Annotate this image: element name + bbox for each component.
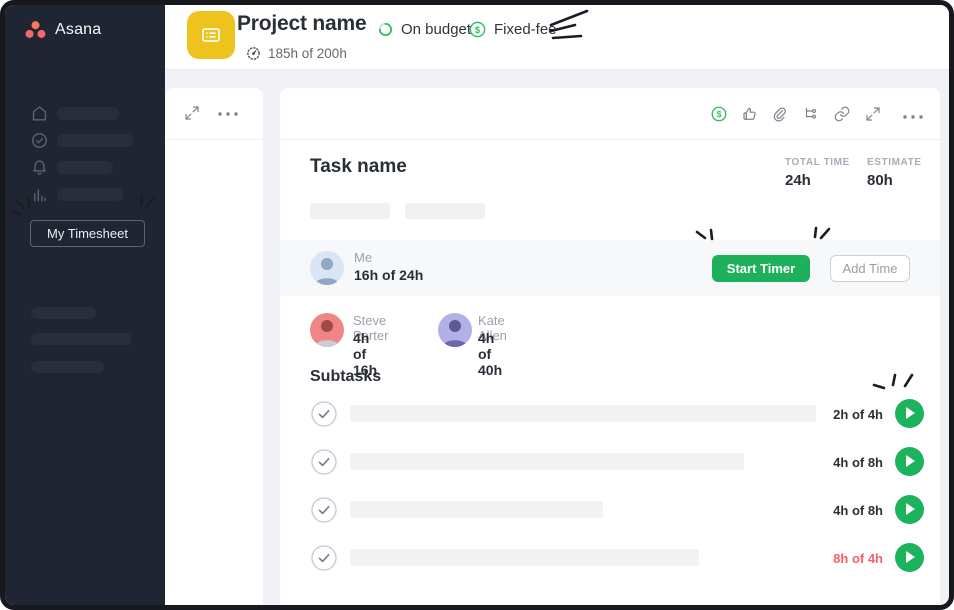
assignee-name: Me	[354, 250, 372, 265]
sidebar-placeholder-bar	[57, 134, 133, 147]
fixed-fee-label: Fixed-fee	[494, 21, 557, 38]
field-placeholder-bar	[405, 203, 485, 219]
assignee-hours: 16h of 24h	[354, 267, 423, 283]
total-time-meta: TOTAL TIME 24h	[785, 157, 850, 189]
strip-header	[165, 88, 263, 140]
sidebar-item-reporting[interactable]	[30, 184, 140, 204]
thumbs-up-icon[interactable]	[741, 105, 759, 123]
total-time-label: TOTAL TIME	[785, 157, 850, 168]
sidebar-item-my-timesheet[interactable]: My Timesheet	[30, 220, 145, 247]
play-icon	[906, 407, 915, 419]
project-hours-summary: 185h of 200h	[245, 45, 347, 62]
paperclip-icon[interactable]	[770, 105, 788, 123]
subtask-row: 2h of 4h	[280, 397, 940, 431]
asana-logo-icon	[25, 20, 46, 40]
subtask-placeholder-bar	[350, 453, 744, 470]
bell-icon	[30, 158, 49, 177]
dollar-circle-icon: $	[468, 20, 487, 39]
project-title: Project name	[237, 12, 367, 36]
budget-ring-icon	[377, 21, 394, 38]
task-detail-panel: $ Task name	[280, 88, 940, 605]
subtask-hours-over-budget: 8h of 4h	[833, 551, 883, 566]
sidebar: Asana My Timesh	[5, 5, 165, 605]
svg-text:$: $	[717, 109, 722, 119]
fixed-fee-badge[interactable]: $ Fixed-fee	[468, 20, 557, 39]
check-circle-icon	[30, 131, 49, 150]
avatar-me	[310, 251, 344, 285]
sidebar-placeholder-bar	[31, 307, 96, 319]
avatar-kate	[438, 313, 472, 347]
add-time-button[interactable]: Add Time	[830, 255, 910, 282]
check-circle-icon[interactable]	[311, 497, 337, 523]
link-icon[interactable]	[833, 105, 851, 123]
assignee-hours: 4h of 40h	[478, 330, 502, 378]
annotation-marks	[870, 372, 918, 396]
more-icon[interactable]	[217, 109, 239, 119]
sidebar-item-notifications[interactable]	[30, 157, 140, 177]
field-placeholder-bar	[310, 203, 390, 219]
billing-dollar-icon[interactable]: $	[710, 105, 728, 123]
play-icon	[906, 551, 915, 563]
check-circle-icon[interactable]	[311, 401, 337, 427]
avatar-steve	[310, 313, 344, 347]
subtask-placeholder-bar	[350, 549, 699, 566]
timer-gauge-icon	[245, 45, 262, 62]
task-toolbar: $	[280, 88, 940, 140]
subtask-row: 8h of 4h	[280, 541, 940, 575]
project-avatar	[187, 11, 235, 59]
play-timer-button[interactable]	[895, 495, 924, 524]
sidebar-placeholder-bar	[57, 188, 123, 201]
project-header: Project name 185h of 200h On budget $ Fi…	[165, 5, 949, 70]
subtask-placeholder-bar	[350, 405, 816, 422]
task-title: Task name	[310, 156, 407, 178]
more-icon[interactable]	[902, 112, 924, 122]
subtask-placeholder-bar	[350, 501, 603, 518]
sidebar-item-tasks[interactable]	[30, 130, 140, 150]
check-circle-icon[interactable]	[311, 449, 337, 475]
estimate-label: ESTIMATE	[867, 157, 922, 168]
on-budget-badge[interactable]: On budget	[377, 21, 471, 38]
task-list-strip	[165, 88, 263, 605]
total-time-value: 24h	[785, 172, 850, 189]
on-budget-label: On budget	[401, 21, 471, 38]
expand-icon[interactable]	[864, 105, 882, 123]
subtask-hours: 2h of 4h	[833, 407, 883, 422]
project-board-icon	[199, 23, 223, 47]
play-timer-button[interactable]	[895, 447, 924, 476]
expand-icon[interactable]	[183, 104, 201, 122]
subtask-row: 4h of 8h	[280, 493, 940, 527]
play-icon	[906, 455, 915, 467]
svg-text:$: $	[475, 25, 480, 35]
estimate-value: 80h	[867, 172, 922, 189]
sidebar-placeholder-bar	[31, 361, 104, 373]
start-timer-button[interactable]: Start Timer	[712, 255, 810, 282]
sidebar-item-home[interactable]	[30, 103, 140, 123]
sidebar-placeholder-bar	[31, 333, 132, 345]
subtask-row: 4h of 8h	[280, 445, 940, 479]
subtask-hours: 4h of 8h	[833, 455, 883, 470]
brand-name: Asana	[55, 21, 101, 39]
play-timer-button[interactable]	[895, 543, 924, 572]
bar-chart-icon	[30, 185, 49, 204]
subtasks-icon[interactable]	[802, 105, 820, 123]
subtask-hours: 4h of 8h	[833, 503, 883, 518]
check-circle-icon[interactable]	[311, 545, 337, 571]
my-time-row: Me 16h of 24h Start Timer Add Time	[280, 240, 940, 296]
sidebar-placeholder-bar	[57, 107, 119, 120]
estimate-meta: ESTIMATE 80h	[867, 157, 922, 189]
project-hours-text: 185h of 200h	[268, 46, 347, 61]
sidebar-placeholder-bar	[57, 161, 113, 174]
app-window: Asana My Timesh	[0, 0, 954, 610]
play-icon	[906, 503, 915, 515]
brand[interactable]: Asana	[25, 20, 101, 40]
subtasks-heading: Subtasks	[310, 368, 381, 386]
home-icon	[30, 104, 49, 123]
play-timer-button[interactable]	[895, 399, 924, 428]
